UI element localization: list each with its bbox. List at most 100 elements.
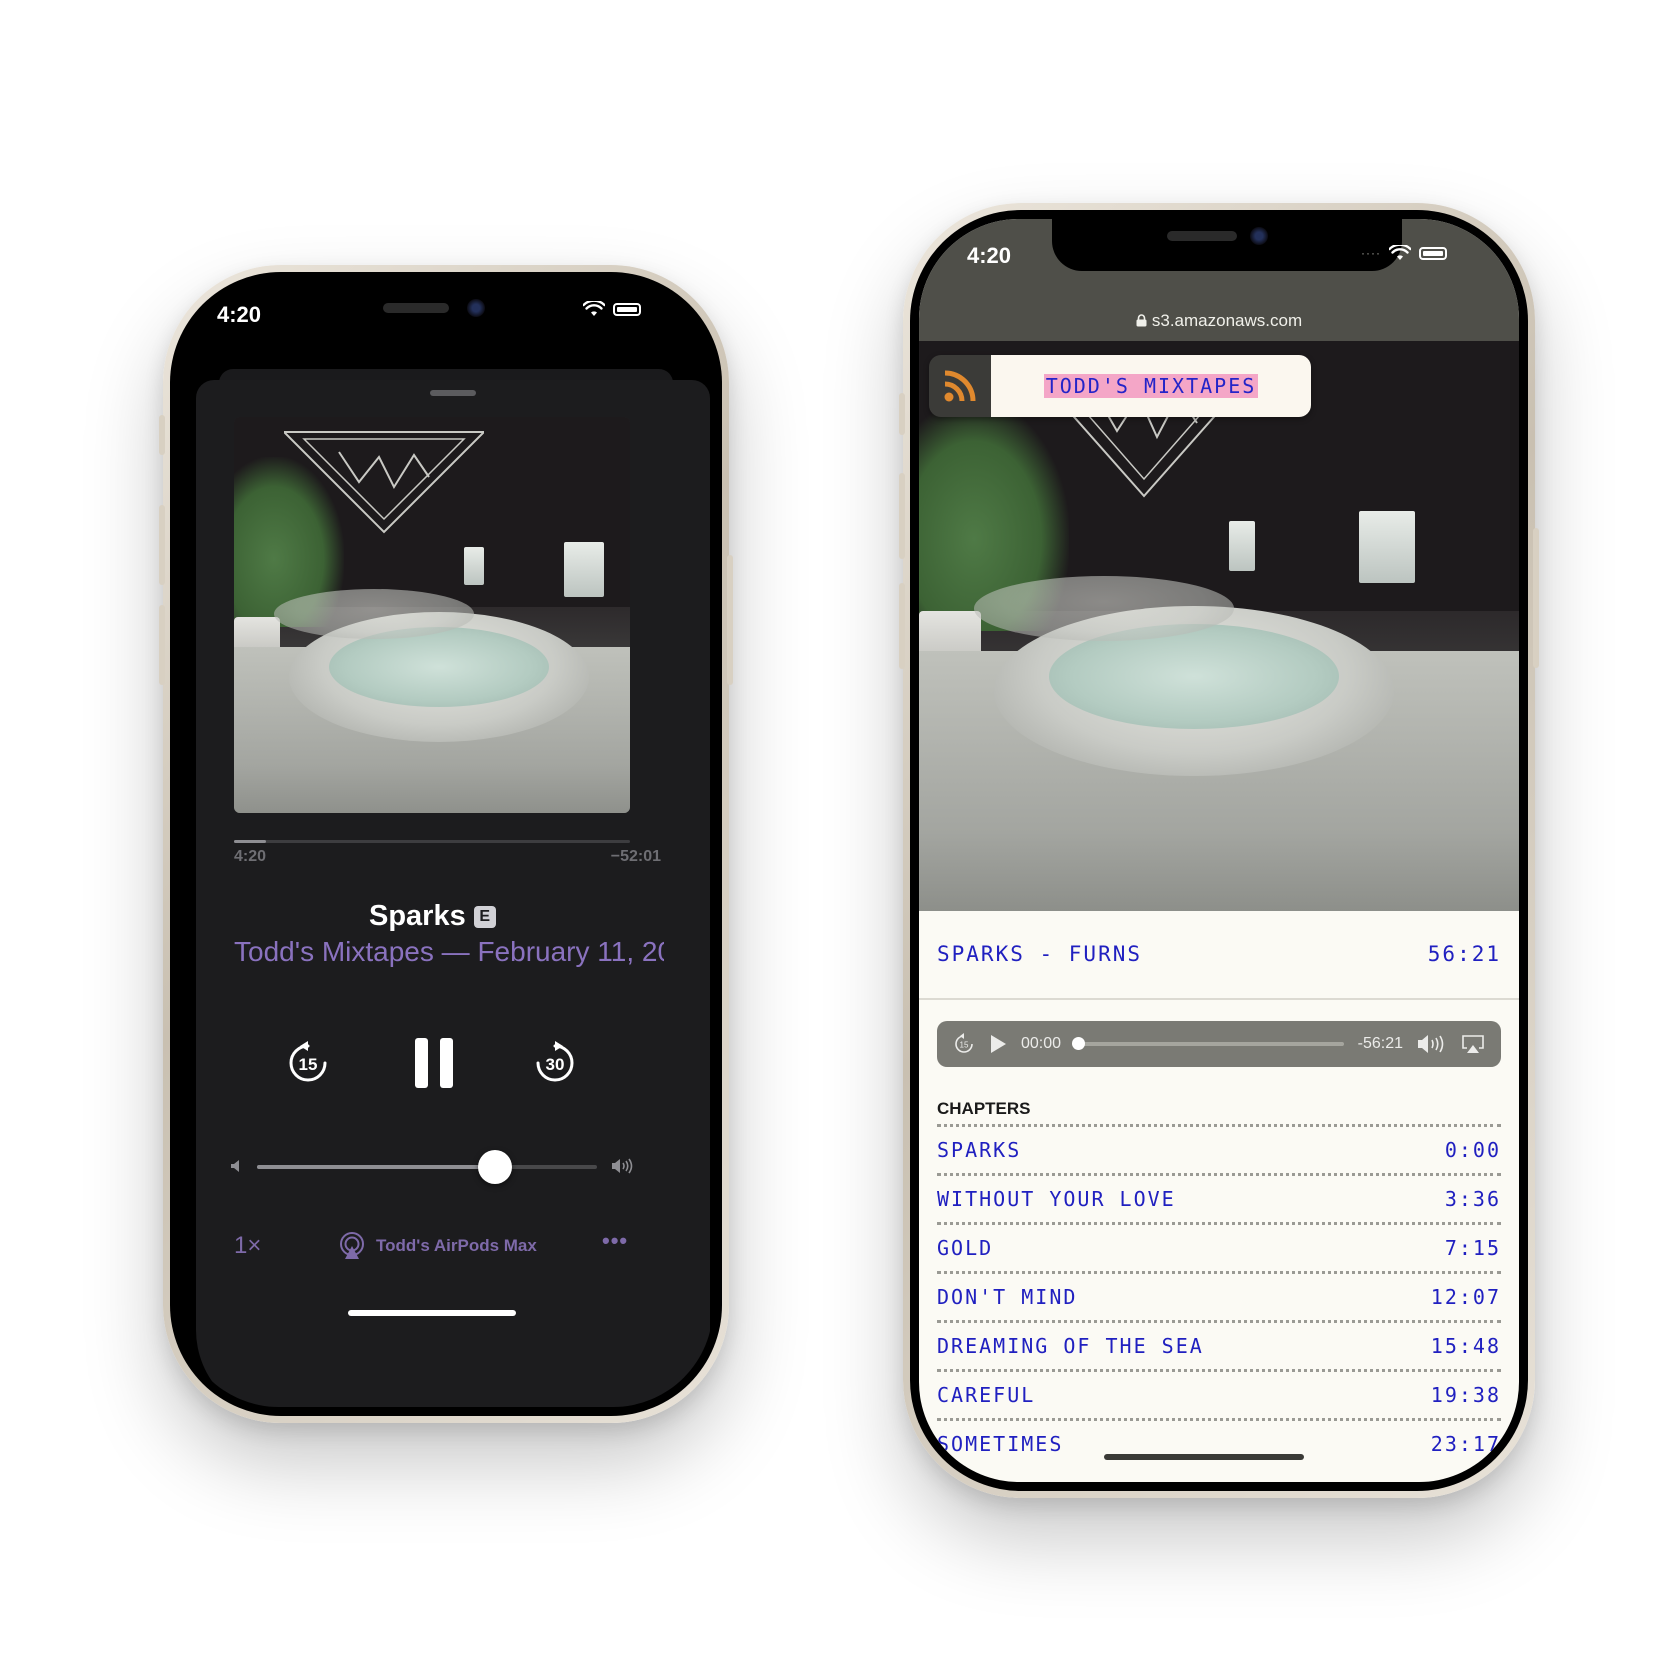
chapter-title: DON'T MIND bbox=[937, 1285, 1078, 1309]
chapter-row[interactable]: GOLD 7:15 bbox=[937, 1222, 1501, 1271]
phone-web-player: 4:20 ···· s3.amazonaws.com TODD'S MIXTAP… bbox=[899, 203, 1539, 1498]
airplay-screen-icon[interactable] bbox=[1461, 1034, 1485, 1054]
episode-duration: 56:21 bbox=[1427, 942, 1501, 966]
towel-reflection bbox=[464, 547, 484, 585]
track-title-text: Sparks bbox=[369, 900, 466, 932]
volume-up-button bbox=[899, 473, 905, 559]
skip-back-15-icon[interactable]: 15 bbox=[953, 1033, 975, 1055]
volume-low-icon bbox=[231, 1160, 239, 1172]
more-options-button[interactable]: ••• bbox=[602, 1228, 628, 1254]
chapters-heading: CHAPTERS bbox=[937, 1099, 1031, 1118]
audio-player: 15 00:00 -56:21 bbox=[937, 1021, 1501, 1067]
skip-forward-label: 30 bbox=[546, 1055, 565, 1074]
player-screen: 4:20 4:20 −52:01 Sparks E Todd's Mixtape… bbox=[179, 281, 713, 1407]
volume-icon[interactable] bbox=[1417, 1034, 1447, 1054]
output-device-label: Todd's AirPods Max bbox=[376, 1236, 537, 1255]
browser-screen: 4:20 ···· s3.amazonaws.com TODD'S MIXTAP… bbox=[919, 219, 1519, 1482]
battery-icon bbox=[1418, 246, 1447, 260]
skip-back-15-button[interactable]: 15 bbox=[282, 1037, 334, 1089]
volume-down-button bbox=[159, 605, 165, 685]
earpiece-speaker bbox=[1167, 231, 1237, 241]
airplay-button[interactable]: Todd's AirPods Max bbox=[338, 1232, 537, 1260]
bezel: 4:20 4:20 −52:01 Sparks E Todd's Mixtape… bbox=[170, 272, 722, 1416]
earpiece-speaker bbox=[383, 303, 449, 313]
side-button bbox=[727, 555, 733, 685]
chapter-time: 12:07 bbox=[1430, 1285, 1501, 1309]
towel-reflection bbox=[1229, 521, 1255, 571]
address-bar[interactable]: s3.amazonaws.com bbox=[919, 311, 1519, 331]
sheet-grabber[interactable] bbox=[430, 390, 476, 396]
front-camera bbox=[1250, 227, 1268, 245]
episode-title: SPARKS - FURNS bbox=[937, 942, 1143, 966]
wifi-icon bbox=[1388, 245, 1411, 260]
chapter-title: GOLD bbox=[937, 1236, 994, 1260]
explicit-badge: E bbox=[473, 905, 496, 928]
front-camera bbox=[467, 299, 485, 317]
scrubber-track[interactable] bbox=[234, 840, 630, 843]
lock-icon bbox=[1136, 314, 1147, 327]
chapter-title: WITHOUT YOUR LOVE bbox=[937, 1187, 1176, 1211]
now-playing-sheet: 4:20 −52:01 Sparks E Todd's Mixtapes — F… bbox=[196, 380, 710, 1407]
rss-icon bbox=[944, 370, 976, 402]
remaining-time: −52:01 bbox=[610, 848, 661, 865]
volume-up-button bbox=[159, 505, 165, 585]
subtitle-clip: Todd's Mixtapes — February 11, 20 bbox=[234, 936, 664, 976]
status-time: 4:20 bbox=[967, 243, 1012, 268]
volume-high-icon bbox=[612, 1158, 633, 1174]
chapter-row[interactable]: CAREFUL 19:38 bbox=[937, 1369, 1501, 1418]
bezel: 4:20 ···· s3.amazonaws.com TODD'S MIXTAP… bbox=[910, 210, 1528, 1491]
tub-reflection bbox=[974, 576, 1234, 641]
chapter-row[interactable]: WITHOUT YOUR LOVE 3:36 bbox=[937, 1173, 1501, 1222]
chapter-time: 19:38 bbox=[1430, 1383, 1501, 1407]
towel bbox=[1359, 511, 1415, 583]
phone-podcast-player: 4:20 4:20 −52:01 Sparks E Todd's Mixtape… bbox=[159, 265, 733, 1423]
scrubber-fill bbox=[234, 840, 266, 843]
podcast-artwork bbox=[919, 341, 1519, 911]
battery-icon bbox=[613, 302, 641, 316]
home-indicator[interactable] bbox=[348, 1310, 516, 1316]
pause-icon bbox=[415, 1038, 453, 1088]
chapter-time: 7:15 bbox=[1444, 1236, 1501, 1260]
chapter-time: 0:00 bbox=[1444, 1138, 1501, 1162]
audio-scrubber-knob[interactable] bbox=[1072, 1037, 1086, 1050]
mute-switch bbox=[159, 415, 165, 455]
current-time: 00:00 bbox=[1021, 1035, 1062, 1052]
chapter-title: DREAMING OF THE SEA bbox=[937, 1334, 1204, 1358]
notch bbox=[1052, 219, 1402, 271]
episode-header: SPARKS - FURNS 56:21 bbox=[937, 942, 1501, 966]
skip-back-label: 15 bbox=[960, 1041, 969, 1050]
volume-down-button bbox=[899, 583, 905, 669]
playback-speed-button[interactable]: 1× bbox=[234, 1232, 261, 1260]
status-icons bbox=[583, 301, 641, 317]
wifi-icon bbox=[583, 301, 605, 316]
chapter-time: 23:17 bbox=[1430, 1432, 1501, 1456]
podcast-title-badge[interactable]: TODD'S MIXTAPES bbox=[929, 355, 1311, 417]
track-title: Sparks E bbox=[369, 900, 496, 933]
chapter-row[interactable]: DREAMING OF THE SEA 15:48 bbox=[937, 1320, 1501, 1369]
chapter-title: SPARKS bbox=[937, 1138, 1022, 1162]
skip-back-label: 15 bbox=[299, 1055, 318, 1074]
skip-forward-30-button[interactable]: 30 bbox=[529, 1037, 581, 1089]
elapsed-time: 4:20 bbox=[234, 848, 267, 865]
chapter-row[interactable]: SPARKS 0:00 bbox=[937, 1124, 1501, 1173]
play-icon[interactable] bbox=[989, 1034, 1007, 1054]
track-subtitle[interactable]: Todd's Mixtapes — February 11, 20 bbox=[234, 936, 664, 968]
audio-scrubber[interactable] bbox=[1072, 1037, 1344, 1050]
airplay-audio-icon bbox=[340, 1232, 364, 1259]
skip-forward-icon: 30 bbox=[536, 1041, 574, 1082]
chapter-row[interactable]: DON'T MIND 12:07 bbox=[937, 1271, 1501, 1320]
skip-back-icon: 15 bbox=[289, 1041, 327, 1082]
home-indicator[interactable] bbox=[1104, 1454, 1304, 1460]
podcast-name: TODD'S MIXTAPES bbox=[1043, 374, 1259, 398]
rss-feed-button[interactable] bbox=[929, 355, 991, 417]
pause-button[interactable] bbox=[404, 1032, 464, 1094]
podcast-name-panel: TODD'S MIXTAPES bbox=[991, 355, 1311, 417]
chapter-time: 15:48 bbox=[1430, 1334, 1501, 1358]
tub-reflection bbox=[274, 589, 474, 639]
url-text: s3.amazonaws.com bbox=[1151, 311, 1303, 330]
status-icons: ···· bbox=[1361, 245, 1447, 261]
volume-knob[interactable] bbox=[478, 1150, 512, 1184]
signal-dots-icon: ···· bbox=[1361, 246, 1381, 260]
volume-fill bbox=[257, 1165, 495, 1169]
tub-water bbox=[329, 627, 549, 707]
